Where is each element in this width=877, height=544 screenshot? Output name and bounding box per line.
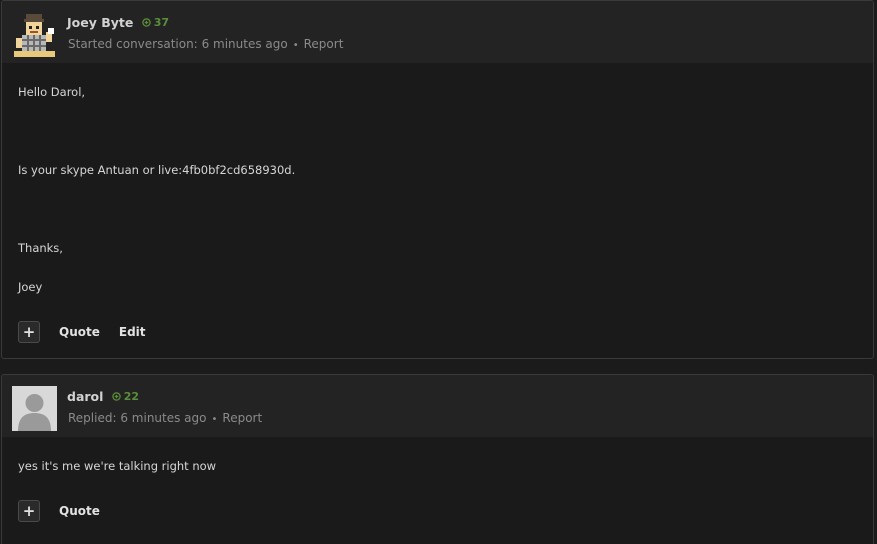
avatar[interactable]	[12, 386, 57, 431]
message-line: Hello Darol,	[18, 85, 86, 99]
reputation-badge: 22	[112, 390, 139, 403]
quote-button[interactable]: Quote	[59, 504, 100, 518]
avatar[interactable]	[12, 12, 57, 57]
reputation-count: 22	[123, 390, 140, 403]
separator-dot: •	[292, 40, 299, 51]
timestamp: 6 minutes ago	[201, 37, 288, 51]
post-actions: + Quote	[18, 499, 100, 523]
author-name[interactable]: darol	[67, 389, 103, 404]
report-link[interactable]: Report	[222, 411, 262, 425]
plus-circle-icon	[112, 392, 121, 401]
action-text: Started conversation:	[68, 37, 198, 51]
edit-button[interactable]: Edit	[119, 325, 146, 339]
action-text: Replied:	[68, 411, 117, 425]
report-link[interactable]: Report	[304, 37, 344, 51]
separator-dot: •	[211, 414, 218, 425]
message-line: yes it's me we're talking right now	[18, 459, 217, 473]
message-line: Joey	[18, 280, 43, 294]
author-line: Joey Byte 37	[67, 15, 169, 30]
plus-button[interactable]: +	[18, 321, 40, 343]
conversation-post: Joey Byte 37 Started conversation: 6 min…	[1, 0, 874, 359]
plus-button[interactable]: +	[18, 500, 40, 522]
post-header: darol 22 Replied: 6 minutes ago • Report	[2, 375, 873, 437]
post-header: Joey Byte 37 Started conversation: 6 min…	[2, 1, 873, 63]
reputation-badge: 37	[141, 16, 170, 29]
timestamp: 6 minutes ago	[120, 411, 207, 425]
reply-post: darol 22 Replied: 6 minutes ago • Report y…	[1, 374, 874, 544]
message-line: Thanks,	[18, 241, 63, 255]
post-meta: Replied: 6 minutes ago • Report	[68, 411, 262, 425]
post-actions: + Quote Edit	[18, 320, 146, 344]
author-line: darol 22	[67, 389, 139, 404]
post-meta: Started conversation: 6 minutes ago • Repo…	[68, 37, 343, 51]
plus-circle-icon	[141, 18, 151, 27]
reputation-count: 37	[153, 16, 170, 29]
quote-button[interactable]: Quote	[59, 325, 100, 339]
message-line: Is your skype Antuan or live:4fb0bf2cd65…	[18, 163, 296, 177]
author-name[interactable]: Joey Byte	[67, 15, 133, 30]
